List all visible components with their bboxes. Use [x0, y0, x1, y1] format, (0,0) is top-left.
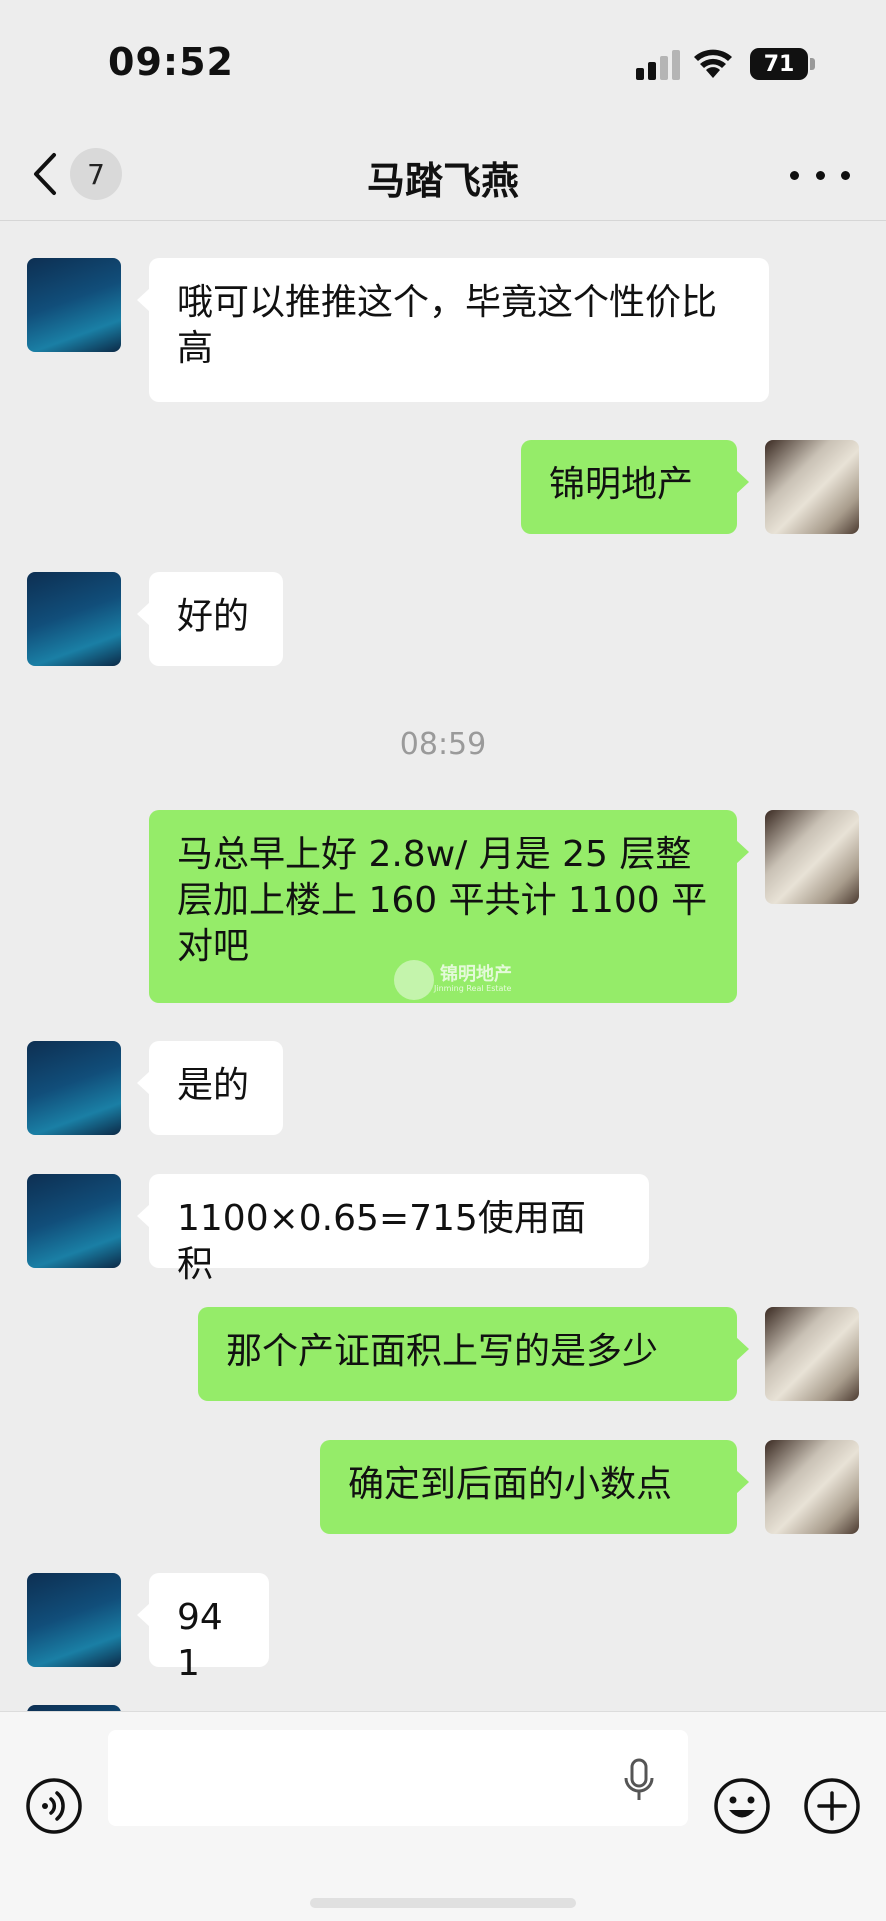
contact-avatar[interactable]: [27, 1041, 121, 1135]
status-time: 09:52: [108, 40, 234, 84]
watermark-emblem: [394, 960, 434, 1000]
received-message-bubble[interactable]: 1100×0.65=715使用面积: [137, 1174, 649, 1285]
message-list[interactable]: 哦可以推推这个，毕竟这个性价比高 锦明地产 好的 08:59 马总早上好 2.8…: [0, 221, 886, 1711]
my-avatar[interactable]: [765, 440, 859, 534]
received-message-bubble[interactable]: 哦可以推推这个，毕竟这个性价比高: [137, 258, 769, 402]
my-avatar[interactable]: [765, 1440, 859, 1534]
contact-avatar[interactable]: [27, 1573, 121, 1667]
contact-avatar[interactable]: [27, 572, 121, 666]
more-dots-icon: [790, 170, 799, 180]
message-input[interactable]: [108, 1730, 688, 1826]
sent-message-bubble[interactable]: 锦明地产: [521, 440, 749, 534]
status-bar: 09:52 71: [0, 0, 886, 130]
received-message-bubble[interactable]: 941: [137, 1573, 269, 1684]
wifi-icon: [694, 49, 732, 78]
sent-message-bubble[interactable]: 确定到后面的小数点: [320, 1440, 749, 1534]
more-dots-icon: [841, 170, 850, 180]
time-divider: 08:59: [399, 727, 487, 762]
watermark-subtitle: Jinming Real Estate: [434, 984, 512, 993]
battery-indicator: 71: [750, 48, 808, 80]
emoji-icon[interactable]: [713, 1777, 771, 1835]
cellular-signal-icon: [636, 50, 680, 80]
input-bar: [0, 1711, 886, 1921]
home-indicator: [310, 1898, 576, 1908]
watermark-logo: 锦明地产 Jinming Real Estate: [394, 958, 544, 1002]
contact-avatar[interactable]: [27, 1174, 121, 1268]
more-dots-icon: [815, 170, 825, 180]
voice-icon[interactable]: [25, 1777, 83, 1835]
received-message-bubble[interactable]: 是的: [137, 1041, 283, 1135]
contact-avatar[interactable]: [27, 258, 121, 352]
received-message-bubble[interactable]: 好的: [137, 572, 283, 666]
my-avatar[interactable]: [765, 810, 859, 904]
my-avatar[interactable]: [765, 1307, 859, 1401]
chat-title: 马踏飞燕: [366, 159, 519, 203]
mic-icon[interactable]: [622, 1758, 656, 1802]
sent-message-bubble[interactable]: 那个产证面积上写的是多少: [198, 1307, 749, 1401]
chat-header: 7 马踏飞燕: [0, 130, 886, 221]
battery-cap: [810, 58, 815, 70]
watermark-name: 锦明地产: [440, 964, 512, 985]
more-button[interactable]: [790, 150, 850, 200]
plus-icon[interactable]: [803, 1777, 861, 1835]
